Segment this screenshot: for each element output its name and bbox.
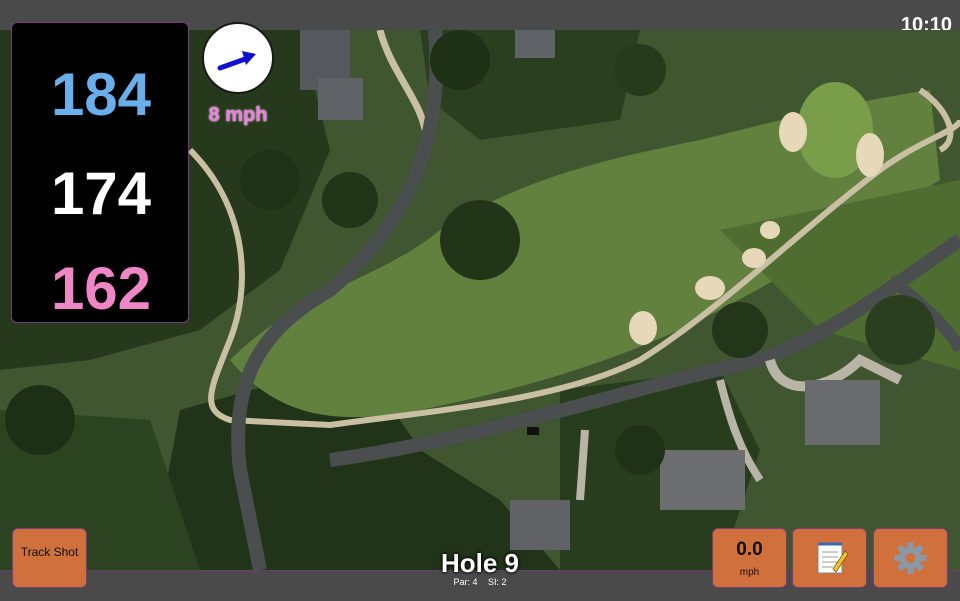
notes-button[interactable] bbox=[792, 528, 867, 588]
middle-distance: 174 bbox=[50, 160, 152, 227]
hole-meta: Par: 4 SI: 2 bbox=[400, 577, 560, 587]
distance-panel: 184 174 162 bbox=[11, 22, 189, 323]
speed-unit: mph bbox=[739, 567, 760, 578]
gear-icon bbox=[894, 542, 927, 574]
speed-button[interactable]: 0.0 mph bbox=[712, 528, 787, 588]
wind-speed: 8 mph bbox=[208, 104, 268, 126]
wind-direction-dial bbox=[202, 22, 274, 94]
speed-value: 0.0 bbox=[736, 539, 763, 560]
settings-button[interactable] bbox=[873, 528, 948, 588]
hole-title: Hole 9 bbox=[440, 548, 520, 578]
back-distance: 184 bbox=[50, 61, 152, 128]
wind-arrow-icon bbox=[217, 51, 256, 71]
front-distance: 162 bbox=[50, 255, 152, 322]
notepad-icon bbox=[817, 542, 849, 574]
hole-par: Par: 4 bbox=[453, 577, 478, 587]
hole-stroke-index: SI: 2 bbox=[488, 577, 507, 587]
track-shot-button[interactable]: Track Shot bbox=[12, 528, 87, 588]
track-shot-label: Track Shot bbox=[20, 545, 79, 559]
